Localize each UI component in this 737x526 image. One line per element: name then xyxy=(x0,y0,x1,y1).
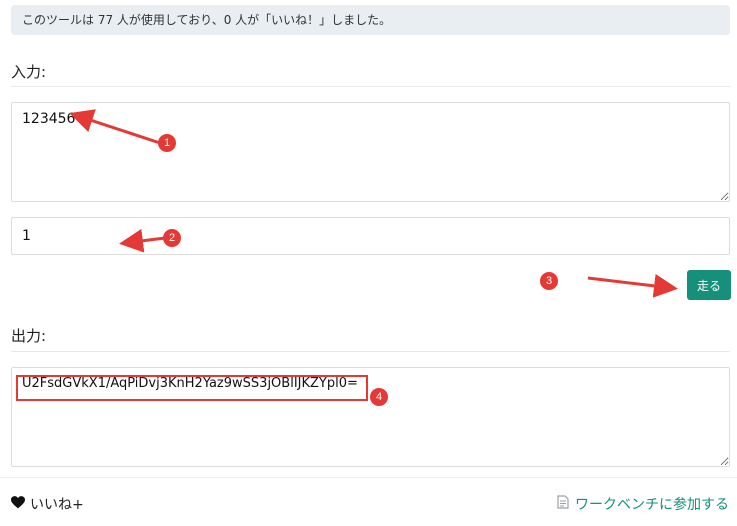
output-divider xyxy=(11,351,730,352)
run-button[interactable]: 走る xyxy=(687,270,731,300)
annotation-badge-1: 1 xyxy=(158,134,176,152)
heart-icon xyxy=(11,495,25,513)
like-label: いいね+ xyxy=(30,497,84,513)
input-divider xyxy=(11,86,730,87)
join-workbench-link[interactable]: ワークベンチに参加する xyxy=(557,494,729,514)
like-button[interactable]: いいね+ xyxy=(11,494,84,514)
annotation-badge-4: 4 xyxy=(370,388,388,406)
usage-notice-text: このツールは 77 人が使用しており、0 人が「いいね！」しました。 xyxy=(22,13,392,27)
usage-notice: このツールは 77 人が使用しており、0 人が「いいね！」しました。 xyxy=(11,5,730,35)
document-icon xyxy=(557,495,569,513)
key-input[interactable] xyxy=(11,217,730,255)
output-textarea[interactable]: U2FsdGVkX1/AqPiDvj3KnH2Yaz9wSS3jOBlIJKZY… xyxy=(11,367,730,467)
arrow-3 xyxy=(587,273,678,298)
annotation-badge-2: 2 xyxy=(163,229,181,247)
input-section-title: 入力: xyxy=(11,63,47,81)
input-textarea[interactable]: 123456 xyxy=(11,102,730,202)
footer-divider xyxy=(0,477,737,478)
workbench-label: ワークベンチに参加する xyxy=(575,497,729,513)
annotation-badge-3: 3 xyxy=(540,272,558,290)
output-section-title: 出力: xyxy=(11,327,47,345)
